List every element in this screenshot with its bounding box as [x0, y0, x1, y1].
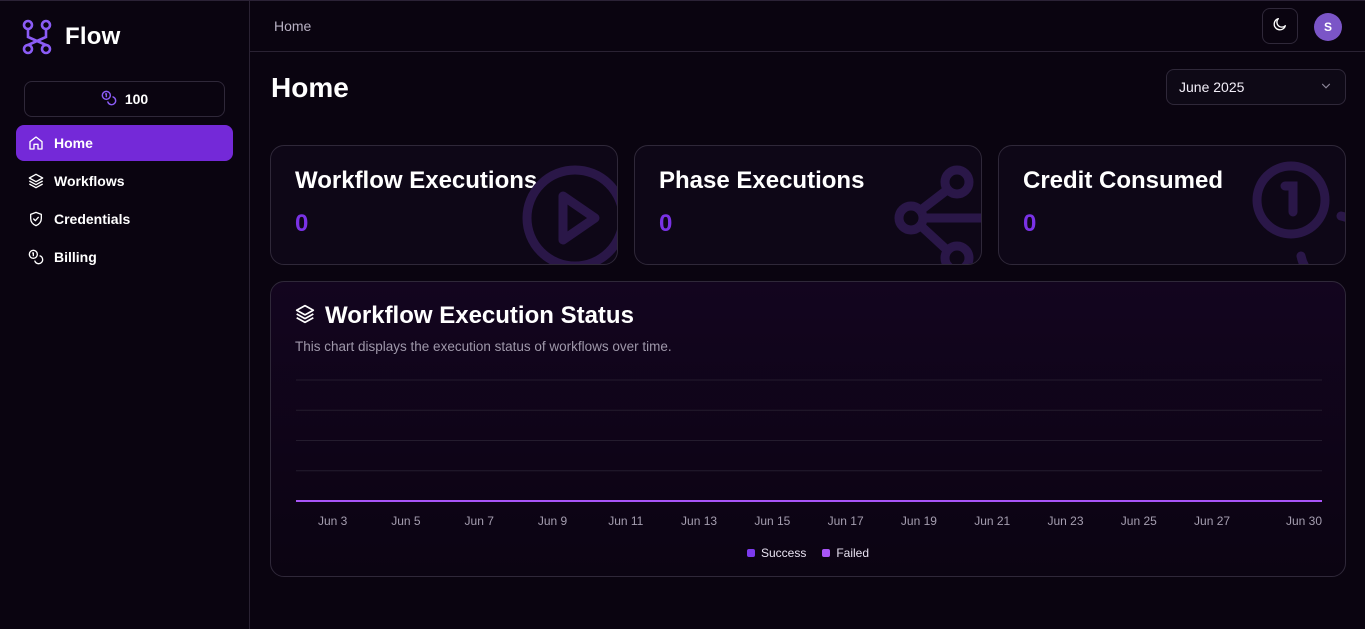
x-tick-label: Jun 5	[391, 514, 421, 528]
breadcrumb[interactable]: Home	[274, 18, 311, 34]
legend-item-success[interactable]: Success	[746, 546, 807, 560]
sidebar-item-label: Home	[54, 135, 93, 151]
legend-item-failed[interactable]: Failed	[822, 546, 869, 560]
brand[interactable]: Flow	[22, 19, 120, 55]
stat-title: Phase Executions	[659, 167, 865, 194]
sidebar-nav: Home Workflows Credentials Billing	[16, 125, 233, 277]
chevron-down-icon	[1319, 79, 1333, 96]
coins-icon	[101, 90, 117, 109]
theme-toggle-button[interactable]	[1262, 8, 1298, 44]
sidebar-item-workflows[interactable]: Workflows	[16, 163, 233, 199]
sidebar-item-home[interactable]: Home	[16, 125, 233, 161]
avatar[interactable]: S	[1314, 13, 1342, 41]
credits-value: 100	[124, 91, 149, 107]
x-tick-label: Jun 19	[901, 514, 937, 528]
stat-title: Credit Consumed	[1023, 167, 1224, 194]
play-circle-icon	[517, 158, 617, 264]
chart-card: Workflow Execution Status This chart dis…	[270, 281, 1346, 577]
brand-name: Flow	[65, 23, 121, 50]
workflow-logo-icon	[22, 19, 52, 55]
credits-button[interactable]: 100	[24, 81, 225, 117]
home-icon	[28, 135, 44, 151]
x-tick-label: Jun 17	[828, 514, 864, 528]
sidebar-item-label: Billing	[54, 249, 97, 265]
topbar: Home S	[250, 1, 1365, 52]
period-select[interactable]: June 2025	[1166, 69, 1346, 105]
chart-legend: Success Failed	[271, 546, 1345, 560]
x-tick-label: Jun 13	[681, 514, 717, 528]
stat-card-workflow-executions: Workflow Executions 0	[270, 145, 618, 265]
sidebar: Flow 100 Home Workflows Credentials Bill…	[0, 1, 250, 629]
x-tick-label: Jun 3	[318, 514, 348, 528]
legend-label: Failed	[836, 546, 870, 560]
period-select-value: June 2025	[1179, 79, 1245, 95]
sidebar-item-credentials[interactable]: Credentials	[16, 201, 233, 237]
stat-card-phase-executions: Phase Executions 0	[634, 145, 982, 265]
sidebar-item-label: Workflows	[54, 173, 125, 189]
x-tick-label: Jun 23	[1047, 514, 1083, 528]
x-tick-label: Jun 27	[1194, 514, 1230, 528]
x-tick-label: Jun 11	[608, 514, 643, 528]
x-tick-label: Jun 9	[538, 514, 568, 528]
x-tick-label: Jun 15	[754, 514, 790, 528]
stat-value: 0	[659, 210, 673, 237]
stat-card-credit-consumed: Credit Consumed 0	[998, 145, 1346, 265]
shield-icon	[28, 211, 44, 227]
execution-status-chart[interactable]: Jun 3 Jun 5 Jun 7 Jun 9 Jun 11 Jun 13 Jun 15 Ju…	[271, 282, 1347, 578]
page-title: Home	[271, 72, 349, 103]
legend-label: Success	[760, 546, 807, 560]
layers-icon	[28, 173, 44, 189]
waypoints-icon	[881, 158, 981, 264]
sidebar-item-label: Credentials	[54, 211, 131, 227]
stat-title: Workflow Executions	[295, 167, 538, 194]
x-tick-label: Jun 25	[1121, 514, 1157, 528]
moon-icon	[1272, 16, 1288, 37]
sidebar-item-billing[interactable]: Billing	[16, 239, 233, 275]
x-tick-label: Jun 30	[1286, 514, 1322, 528]
app-root: Flow 100 Home Workflows Credentials Bill…	[0, 0, 1365, 629]
stat-value: 0	[295, 210, 309, 237]
coins-icon	[1245, 158, 1345, 264]
stat-value: 0	[1023, 210, 1037, 237]
legend-swatch	[746, 549, 755, 557]
coins-icon	[28, 249, 44, 265]
x-tick-label: Jun 21	[974, 514, 1010, 528]
x-tick-label: Jun 7	[465, 514, 495, 528]
legend-swatch	[822, 549, 831, 557]
